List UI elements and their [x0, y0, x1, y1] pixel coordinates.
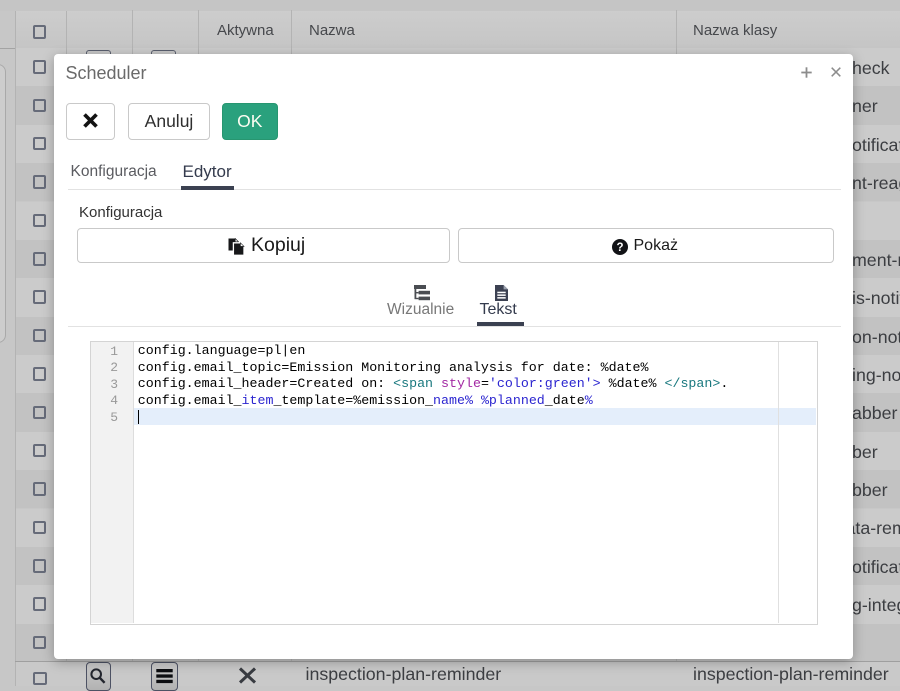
- svg-text:?: ?: [616, 242, 623, 254]
